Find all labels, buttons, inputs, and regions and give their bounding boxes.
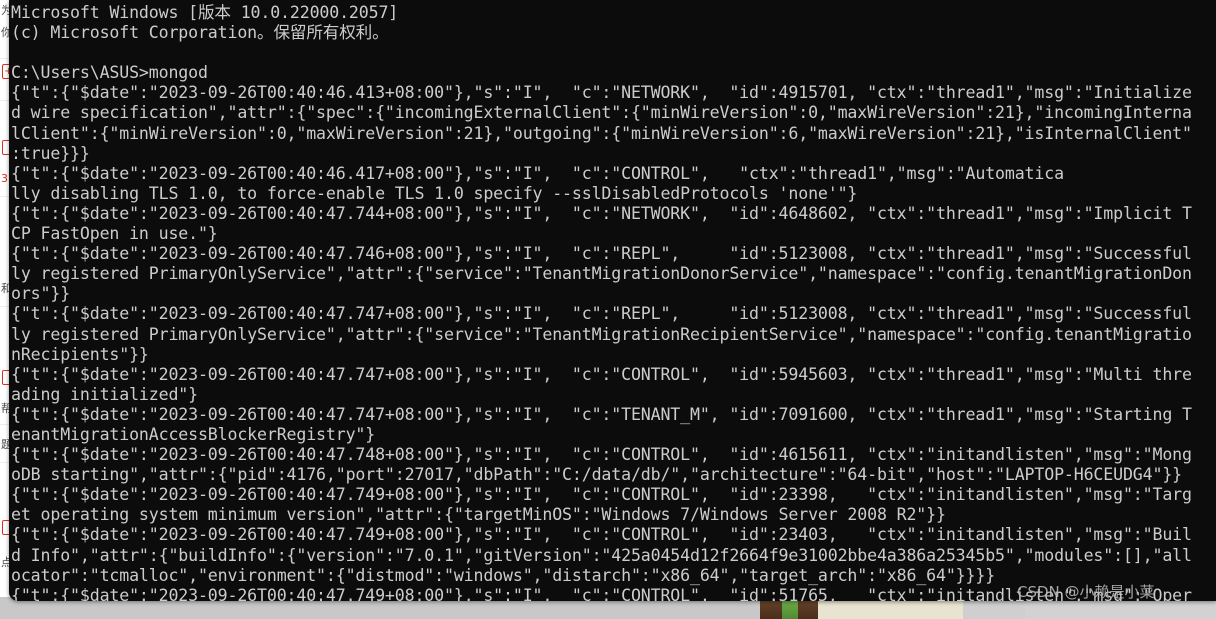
terminal-line: et operating system minimum version","at… <box>11 505 946 525</box>
terminal-line: {"t":{"$date":"2023-09-26T00:40:47.747+0… <box>11 404 1192 424</box>
terminal-line: {"t":{"$date":"2023-09-26T00:40:47.746+0… <box>11 244 1192 264</box>
terminal-line: {"t":{"$date":"2023-09-26T00:40:47.749+0… <box>11 485 1192 505</box>
terminal-line: oDB starting","attr":{"pid":4176,"port":… <box>11 465 1182 485</box>
terminal-line: d Info","attr":{"buildInfo":{"version":"… <box>11 545 1192 565</box>
terminal-prompt-line: C:\Users\ASUS>mongod <box>11 63 208 83</box>
terminal-line: {"t":{"$date":"2023-09-26T00:40:47.749+0… <box>11 585 1192 601</box>
terminal-line: {"t":{"$date":"2023-09-26T00:40:47.747+0… <box>11 364 1192 384</box>
terminal-line: (c) Microsoft Corporation。保留所有权利。 <box>11 23 389 43</box>
terminal-line: {"t":{"$date":"2023-09-26T00:40:47.749+0… <box>11 525 1192 545</box>
terminal-line: {"t":{"$date":"2023-09-26T00:40:47.747+0… <box>11 304 1192 324</box>
terminal-line: d wire specification","attr":{"spec":{"i… <box>11 103 1192 123</box>
command-prompt-window[interactable]: Microsoft Windows [版本 10.0.22000.2057] (… <box>9 0 1216 601</box>
terminal-line: CP FastOpen in use."} <box>11 224 218 244</box>
terminal-line: ading initialized"} <box>11 384 198 404</box>
terminal-line: :true}}} <box>11 143 90 163</box>
terminal-line: {"t":{"$date":"2023-09-26T00:40:47.744+0… <box>11 203 1192 223</box>
terminal-line: enantMigrationAccessBlockerRegistry"} <box>11 424 376 444</box>
terminal-line: nRecipients"}} <box>11 344 149 364</box>
terminal-line: ocator":"tcmalloc","environment":{"distm… <box>11 565 996 585</box>
terminal-output[interactable]: Microsoft Windows [版本 10.0.22000.2057] (… <box>9 0 1216 601</box>
terminal-line: ly registered PrimaryOnlyService","attr"… <box>11 264 1192 284</box>
terminal-line: lly disabling TLS 1.0, to force-enable T… <box>11 183 858 203</box>
terminal-line: Microsoft Windows [版本 10.0.22000.2057] <box>11 3 399 22</box>
terminal-line: ors"}} <box>11 284 71 304</box>
terminal-line: ly registered PrimaryOnlyService","attr"… <box>11 324 1192 344</box>
terminal-line: lClient":{"minWireVersion":0,"maxWireVer… <box>11 123 1192 143</box>
terminal-line: {"t":{"$date":"2023-09-26T00:40:47.748+0… <box>11 445 1192 465</box>
terminal-line: {"t":{"$date":"2023-09-26T00:40:46.413+0… <box>11 83 1192 103</box>
terminal-line: {"t":{"$date":"2023-09-26T00:40:46.417+0… <box>11 163 1064 183</box>
